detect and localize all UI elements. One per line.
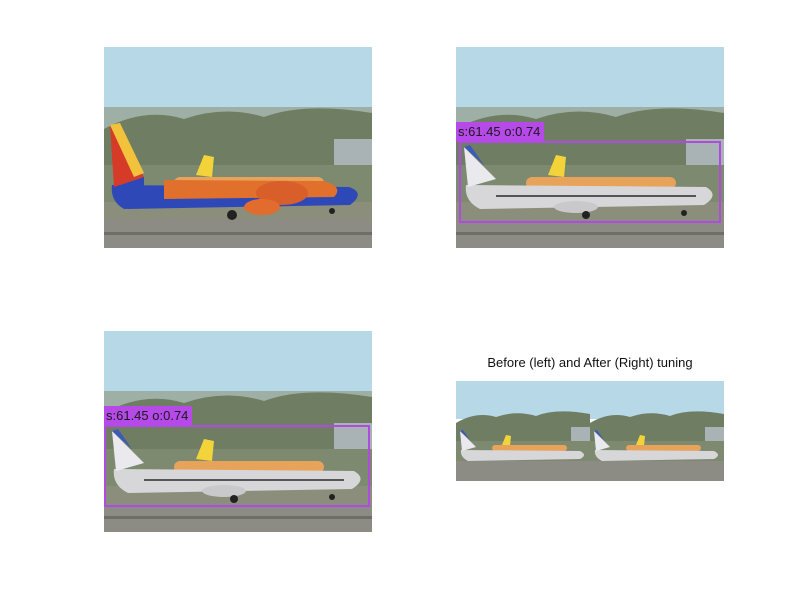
airplane-photo-southwest — [104, 47, 372, 248]
comparison-title: Before (left) and After (Right) tuning — [487, 355, 693, 370]
bounding-box — [459, 141, 721, 223]
detection-label: s:61.45 o:0.74 — [104, 406, 193, 426]
detection-panel-2: s:61.45 o:0.74 — [104, 331, 372, 532]
bounding-box — [104, 425, 370, 507]
detection-panel-1: s:61.45 o:0.74 — [456, 47, 724, 248]
original-image-panel — [104, 47, 372, 248]
comparison-panel — [456, 381, 724, 481]
after-image — [590, 381, 724, 481]
comparison-photo-pair — [456, 381, 724, 481]
before-image — [456, 381, 590, 481]
detection-label: s:61.45 o:0.74 — [456, 122, 545, 142]
